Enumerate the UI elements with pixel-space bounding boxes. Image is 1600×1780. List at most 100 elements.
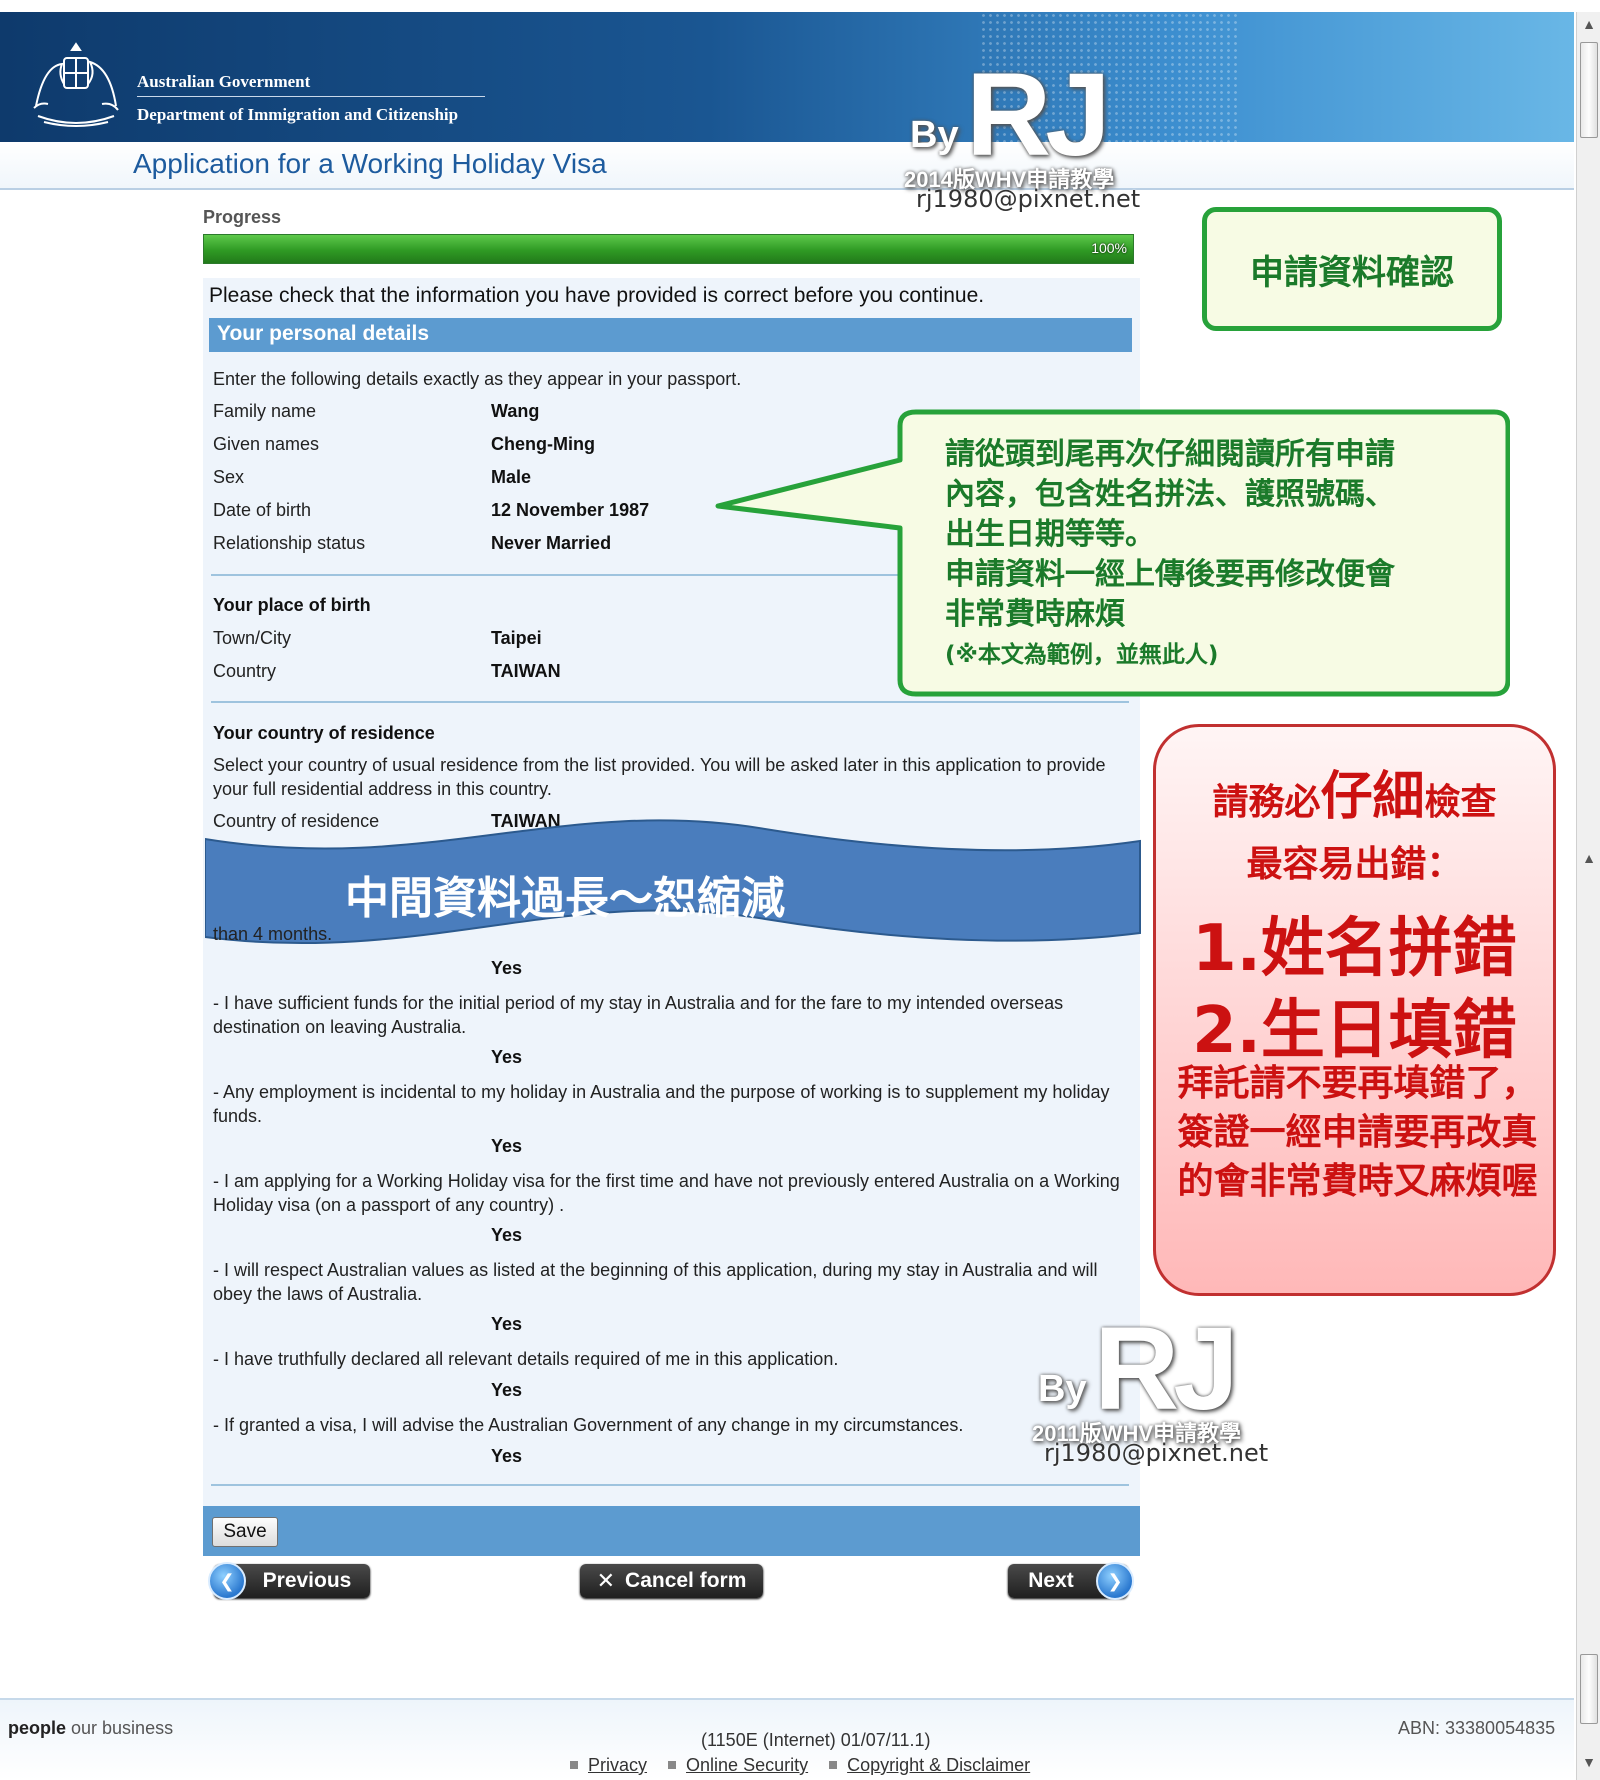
field-value: Cheng-Ming — [491, 434, 595, 454]
passport-note: Enter the following details exactly as t… — [213, 369, 742, 389]
declaration-text: - I am applying for a Working Holiday vi… — [213, 1171, 1120, 1215]
save-button[interactable]: Save — [212, 1517, 278, 1547]
progress-bar: 100% — [203, 234, 1134, 264]
declaration-answer: Yes — [491, 1136, 523, 1156]
callout-line: 非常費時麻煩 — [945, 597, 1125, 632]
warning-line-2: 最容易出錯： — [1246, 844, 1463, 885]
arrow-right-icon: ❯ — [1096, 1562, 1134, 1600]
action-bar — [203, 1506, 1140, 1556]
field-value: Wang — [491, 401, 540, 421]
coat-of-arms-icon — [33, 42, 119, 127]
progress-label: Progress — [203, 207, 282, 227]
scroll-down-icon[interactable]: ▼ — [1580, 1754, 1598, 1772]
callout-line: 申請資料一經上傳後要再修改便會 — [945, 557, 1395, 592]
previous-button[interactable]: ❮ Previous — [208, 1562, 370, 1600]
cancel-label: Cancel form — [625, 1569, 747, 1592]
progress-fill — [204, 235, 1133, 263]
close-icon: ✕ — [596, 1568, 616, 1593]
callout-disclaimer: (※本文為範例，並無此人) — [945, 642, 1219, 668]
bullet-icon — [829, 1761, 838, 1770]
section-header-personal: Your personal details — [209, 318, 1132, 352]
warning-line-5: 拜託請不要再填錯了，簽證一經申請要再改真的會非常費時又麻煩喔 — [1177, 1063, 1538, 1202]
warning-line-1: 請務必仔細檢查 — [1156, 771, 1553, 825]
header-divider — [137, 96, 485, 97]
bullet-icon — [668, 1761, 677, 1770]
watermark-by: By — [1038, 1368, 1087, 1410]
tagline: people our business — [8, 1718, 173, 1739]
next-button[interactable]: Next ❯ — [1008, 1562, 1134, 1600]
scroll-thumb[interactable] — [1580, 42, 1598, 138]
declaration-answer: Yes — [491, 958, 523, 978]
declaration-text: - If granted a visa, I will advise the A… — [213, 1415, 964, 1435]
watermark-by: By — [910, 114, 959, 156]
truncation-note: 中間資料過長～恕縮減 — [345, 873, 785, 924]
site-header: Australian Government Department of Immi… — [0, 12, 1574, 142]
declaration-answer: Yes — [491, 1446, 523, 1466]
callout-line: 請從頭到尾再次仔細閱讀所有申請 — [945, 437, 1395, 472]
partial-text: than 4 months. — [213, 924, 333, 944]
next-label: Next — [1028, 1569, 1074, 1592]
birth-heading: Your place of birth — [213, 595, 371, 615]
field-label: Sex — [213, 467, 245, 487]
declaration-answer: Yes — [491, 1380, 523, 1400]
cancel-form-button[interactable]: ✕ Cancel form — [580, 1564, 763, 1598]
page: Australian Government Department of Immi… — [0, 0, 1600, 1780]
watermark-rj: RJ — [966, 49, 1111, 181]
watermark-email: rj1980@pixnet.net — [916, 185, 1141, 213]
warning-annotation: 請務必仔細檢查 最容易出錯： 1.姓名拼錯 2.生日填錯 拜託請不要再填錯了，簽… — [1153, 724, 1556, 1296]
tagline-bold: people — [8, 1718, 67, 1738]
divider — [211, 1484, 1129, 1486]
warning-line-4: 2.生日填錯 — [1192, 994, 1517, 1068]
field-label: Relationship status — [213, 533, 366, 553]
warning-text: 檢查 — [1424, 782, 1497, 823]
scroll-up-icon[interactable]: ▲ — [1580, 850, 1598, 868]
privacy-link[interactable]: Privacy — [588, 1755, 647, 1775]
field-value: Never Married — [491, 533, 612, 553]
footer-links: Privacy Online Security Copyright & Disc… — [570, 1755, 1046, 1776]
declaration-text: - I have truthfully declared all relevan… — [213, 1349, 839, 1369]
field-label: Country — [213, 661, 277, 681]
gov-name: Australian Government — [137, 72, 311, 91]
watermark-rj: RJ — [1094, 1303, 1239, 1435]
confirm-annotation: 申請資料確認 — [1202, 207, 1502, 331]
page-title: Application for a Working Holiday Visa — [133, 148, 607, 179]
scroll-thumb[interactable] — [1580, 1654, 1598, 1724]
arrow-left-icon: ❮ — [208, 1562, 246, 1600]
check-instructions: Please check that the information you ha… — [209, 284, 985, 307]
warning-text: 請務必 — [1212, 782, 1321, 823]
abn: ABN: 33380054835 — [1398, 1718, 1556, 1738]
department-name: Department of Immigration and Citizenshi… — [137, 105, 459, 124]
tagline-rest: our business — [66, 1718, 174, 1738]
callout-text: 請從頭到尾再次仔細閱讀所有申請 內容，包含姓名拼法、護照號碼、 出生日期等等。 … — [945, 435, 1465, 675]
callout-line: 出生日期等等。 — [945, 517, 1155, 552]
watermark-email: rj1980@pixnet.net — [1044, 1439, 1269, 1467]
declaration-text: - Any employment is incidental to my hol… — [213, 1082, 1110, 1126]
copyright-disclaimer-link[interactable]: Copyright & Disclaimer — [847, 1755, 1030, 1775]
declaration-text: - I will respect Australian values as li… — [213, 1260, 1098, 1304]
warning-line-3: 1.姓名拼錯 — [1192, 912, 1517, 986]
field-value: 12 November 1987 — [491, 500, 650, 520]
build-version: (1150E (Internet) 01/07/11.1) — [701, 1730, 931, 1750]
field-value: TAIWAN — [491, 661, 561, 681]
divider — [211, 701, 1129, 703]
warning-emphasis: 仔細 — [1320, 767, 1425, 827]
declaration-answer: Yes — [491, 1047, 523, 1067]
field-label: Date of birth — [213, 500, 312, 520]
field-value: Taipei — [491, 628, 542, 648]
previous-label: Previous — [262, 1569, 352, 1592]
declaration-text: - I have sufficient funds for the initia… — [213, 993, 1064, 1037]
bullet-icon — [570, 1761, 578, 1770]
declaration-answer: Yes — [491, 1225, 523, 1245]
residence-note: Select your country of usual residence f… — [213, 755, 1106, 799]
watermark-top: By RJ 2014版WHV申請教學 rj1980@pixnet.net — [904, 49, 1141, 216]
field-value: Male — [491, 467, 532, 487]
scrollbar[interactable]: ▲ ▲ ▼ — [1576, 12, 1600, 1780]
scroll-up-icon[interactable]: ▲ — [1580, 16, 1598, 34]
online-security-link[interactable]: Online Security — [686, 1755, 808, 1775]
field-label: Family name — [213, 401, 317, 421]
declaration-answer: Yes — [491, 1314, 523, 1334]
residence-heading: Your country of residence — [213, 723, 435, 743]
callout-line: 內容，包含姓名拼法、護照號碼、 — [945, 477, 1395, 512]
field-label: Town/City — [213, 628, 292, 648]
field-label: Given names — [213, 434, 320, 454]
